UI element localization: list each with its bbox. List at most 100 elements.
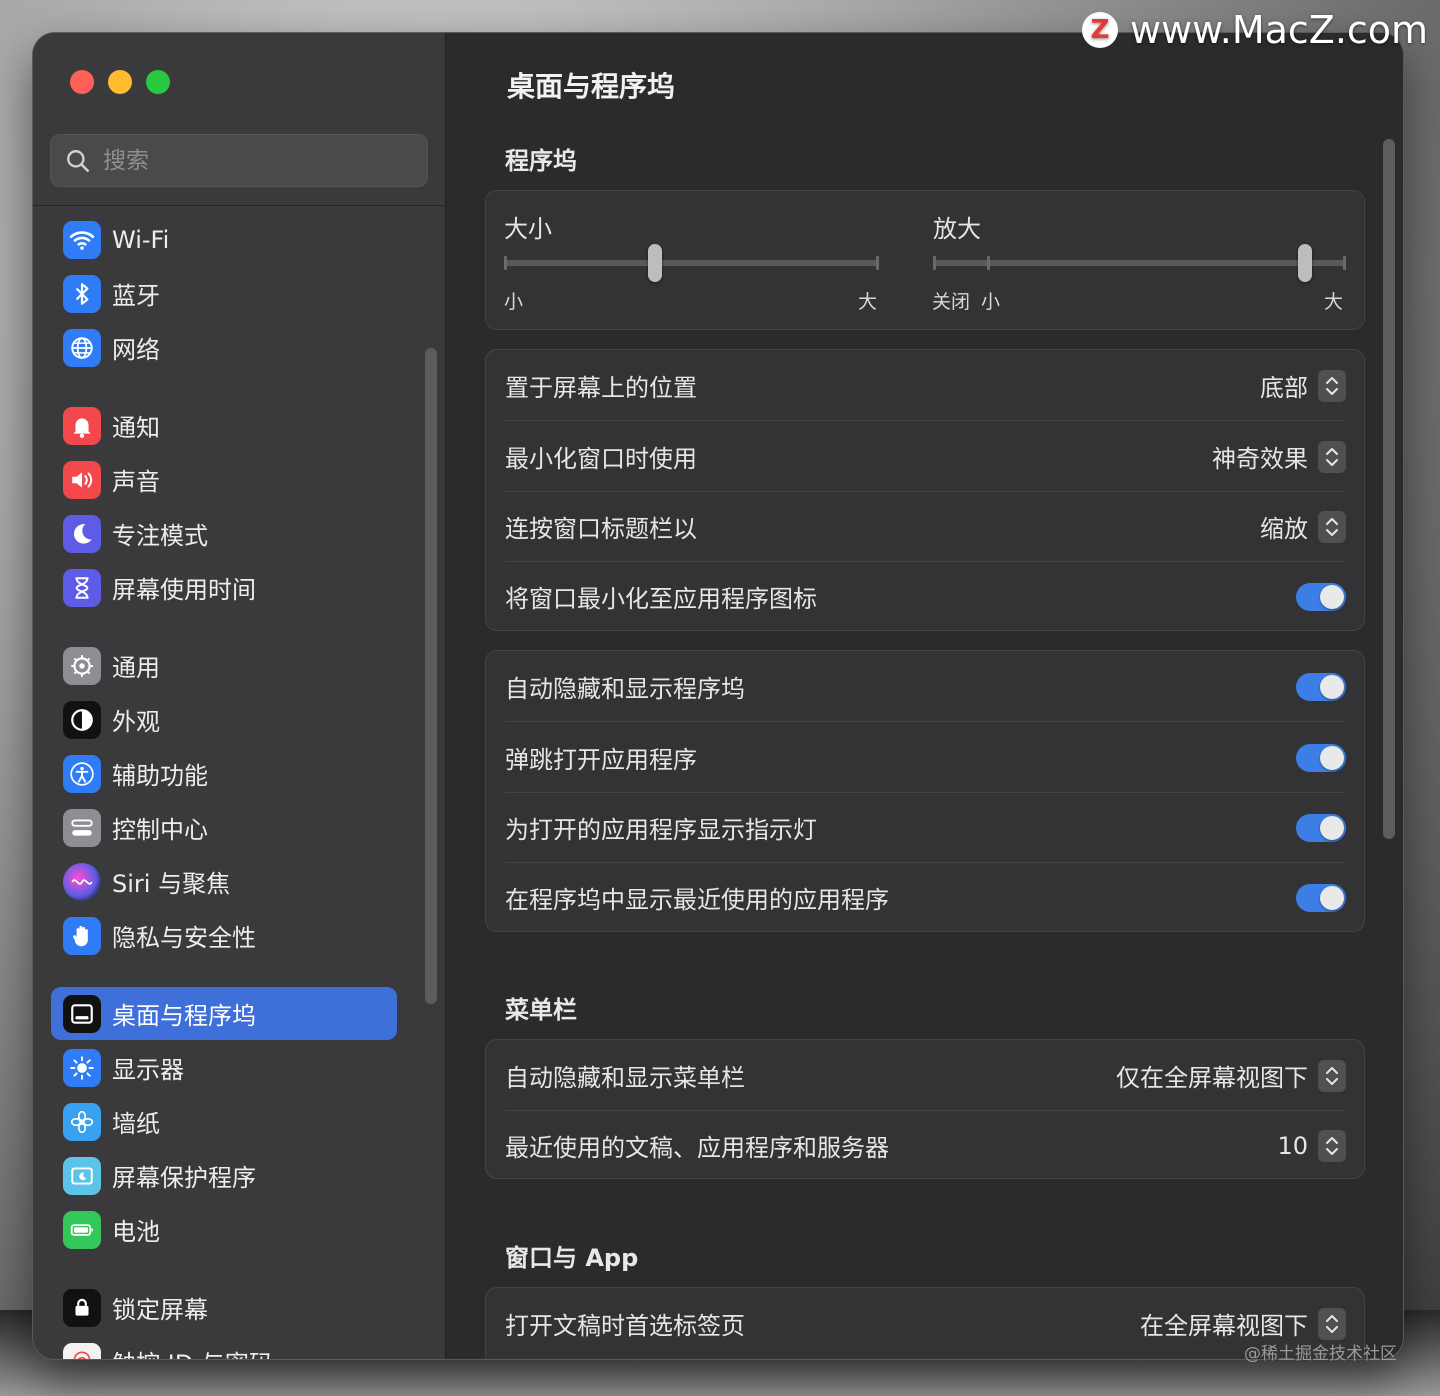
dock-slider-group: 大小 小 大 放大 关闭 小 大 [485, 190, 1365, 330]
sidebar-item-battery[interactable]: 电池 [51, 1203, 397, 1256]
minimize-button[interactable] [108, 70, 132, 94]
chevron-updown-icon [1318, 369, 1346, 402]
row-prefer-tabs[interactable]: 打开文稿时首选标签页 在全屏幕视图下 [486, 1288, 1364, 1359]
close-button[interactable] [70, 70, 94, 94]
prefer-tabs-select[interactable]: 在全屏幕视图下 [1140, 1306, 1346, 1341]
row-minimize-into-app[interactable]: 将窗口最小化至应用程序图标 [486, 561, 1364, 632]
watermark-text: www.MacZ.com [1130, 8, 1429, 52]
sidebar-item-label: 屏幕保护程序 [112, 1164, 256, 1192]
search-box[interactable] [50, 134, 428, 187]
sidebar-item-label: 电池 [112, 1218, 160, 1246]
sidebar-item-network[interactable]: 网络 [51, 321, 397, 374]
fingerprint-icon [63, 1342, 101, 1359]
row-label: 弹跳打开应用程序 [505, 746, 697, 774]
sidebar-item-label: 隐私与安全性 [112, 924, 256, 952]
magnify-slider-min: 小 [981, 291, 1001, 313]
moon-icon [63, 514, 101, 553]
size-slider-label: 大小 [504, 215, 552, 243]
autohide-menubar-select[interactable]: 仅在全屏幕视图下 [1116, 1058, 1346, 1093]
sidebar-item-bluetooth[interactable]: 蓝牙 [51, 267, 397, 320]
sidebar-item-label: 触控 ID 与密码 [112, 1344, 273, 1359]
dock-position-select[interactable]: 底部 [1260, 368, 1346, 403]
gear-icon [63, 646, 101, 685]
slider-tick [876, 256, 879, 270]
row-label: 自动隐藏和显示菜单栏 [505, 1064, 745, 1092]
sidebar-item-label: 辅助功能 [112, 762, 208, 790]
minimize-into-app-toggle[interactable] [1296, 582, 1346, 611]
size-slider-thumb[interactable] [647, 244, 662, 282]
chevron-updown-icon [1318, 510, 1346, 543]
magnify-slider-thumb[interactable] [1297, 244, 1312, 282]
row-show-indicators[interactable]: 为打开的应用程序显示指示灯 [486, 792, 1364, 863]
hand-icon [63, 916, 101, 955]
watermark-logo: Z [1082, 12, 1118, 48]
row-label: 连按窗口标题栏以 [505, 515, 697, 543]
sidebar-item-desktop-dock[interactable]: 桌面与程序坞 [51, 987, 397, 1040]
sidebar-item-privacy[interactable]: 隐私与安全性 [51, 909, 397, 962]
search-input[interactable] [103, 147, 403, 174]
bluetooth-icon [63, 274, 101, 313]
row-autohide-dock[interactable]: 自动隐藏和显示程序坞 [486, 651, 1364, 722]
battery-icon [63, 1210, 101, 1249]
bell-icon [63, 406, 101, 445]
sidebar-item-screensaver[interactable]: 屏幕保护程序 [51, 1149, 397, 1202]
sidebar-item-focus[interactable]: 专注模式 [51, 507, 397, 560]
row-minimize-effect[interactable]: 最小化窗口时使用 神奇效果 [486, 421, 1364, 492]
row-label: 打开文稿时首选标签页 [505, 1312, 745, 1340]
chevron-updown-icon [1318, 440, 1346, 473]
magnify-slider-track[interactable] [934, 260, 1346, 266]
show-recent-apps-toggle[interactable] [1296, 883, 1346, 912]
select-value: 在全屏幕视图下 [1140, 1312, 1308, 1340]
sidebar-item-label: 蓝牙 [112, 282, 160, 310]
row-recent-items[interactable]: 最近使用的文稿、应用程序和服务器 10 [486, 1110, 1364, 1181]
row-show-recent-apps[interactable]: 在程序坞中显示最近使用的应用程序 [486, 862, 1364, 933]
page-title: 桌面与程序坞 [507, 70, 676, 103]
dock-behavior-group: 自动隐藏和显示程序坞 弹跳打开应用程序 为打开的应用程序显示指示灯 在程序坞中显… [485, 650, 1365, 932]
siri-icon [63, 862, 101, 901]
sidebar-item-general[interactable]: 通用 [51, 639, 397, 692]
select-value: 仅在全屏幕视图下 [1116, 1064, 1308, 1092]
sidebar-item-wifi[interactable]: Wi-Fi [51, 213, 397, 266]
sidebar-divider [33, 205, 445, 206]
window-controls [70, 70, 170, 94]
row-dock-position[interactable]: 置于屏幕上的位置 底部 [486, 350, 1364, 421]
sidebar-item-label: 控制中心 [112, 816, 208, 844]
wifi-icon [63, 220, 101, 259]
dock-options-group: 置于屏幕上的位置 底部 最小化窗口时使用 神奇效果 连按窗口标题栏以 缩放 将窗… [485, 349, 1365, 631]
sidebar-item-touch-id[interactable]: 触控 ID 与密码 [51, 1335, 397, 1359]
minimize-effect-select[interactable]: 神奇效果 [1212, 439, 1346, 474]
size-slider-min: 小 [504, 291, 524, 313]
sidebar-item-control-center[interactable]: 控制中心 [51, 801, 397, 854]
chevron-updown-icon [1318, 1129, 1346, 1162]
recent-items-select[interactable]: 10 [1277, 1129, 1346, 1162]
row-autohide-menubar[interactable]: 自动隐藏和显示菜单栏 仅在全屏幕视图下 [486, 1040, 1364, 1111]
search-icon [67, 149, 90, 172]
sidebar-item-label: Wi-Fi [112, 225, 170, 254]
main-scrollbar[interactable] [1383, 139, 1395, 839]
row-double-click-title[interactable]: 连按窗口标题栏以 缩放 [486, 491, 1364, 562]
flower-icon [63, 1102, 101, 1141]
sidebar-item-screen-time[interactable]: 屏幕使用时间 [51, 561, 397, 614]
bounce-apps-toggle[interactable] [1296, 743, 1346, 772]
section-title-menubar: 菜单栏 [505, 996, 577, 1024]
sidebar-item-wallpaper[interactable]: 墙纸 [51, 1095, 397, 1148]
size-slider-track[interactable] [505, 260, 879, 266]
sidebar-item-sound[interactable]: 声音 [51, 453, 397, 506]
sidebar-item-notifications[interactable]: 通知 [51, 399, 397, 452]
sun-icon [63, 1048, 101, 1087]
credit-text: @稀土掘金技术社区 [1244, 1344, 1397, 1364]
sidebar-item-appearance[interactable]: 外观 [51, 693, 397, 746]
autohide-dock-toggle[interactable] [1296, 672, 1346, 701]
show-indicators-toggle[interactable] [1296, 813, 1346, 842]
row-bounce-apps[interactable]: 弹跳打开应用程序 [486, 722, 1364, 793]
sidebar-scrollbar[interactable] [425, 348, 437, 1004]
sidebar-item-displays[interactable]: 显示器 [51, 1041, 397, 1094]
slider-tick [504, 256, 507, 270]
toggle-knob [1320, 885, 1344, 910]
sidebar-item-lock-screen[interactable]: 锁定屏幕 [51, 1281, 397, 1334]
sidebar-item-accessibility[interactable]: 辅助功能 [51, 747, 397, 800]
select-value: 底部 [1260, 374, 1308, 402]
double-click-select[interactable]: 缩放 [1260, 509, 1346, 544]
zoom-button[interactable] [146, 70, 170, 94]
sidebar-item-siri[interactable]: Siri 与聚焦 [51, 855, 397, 908]
